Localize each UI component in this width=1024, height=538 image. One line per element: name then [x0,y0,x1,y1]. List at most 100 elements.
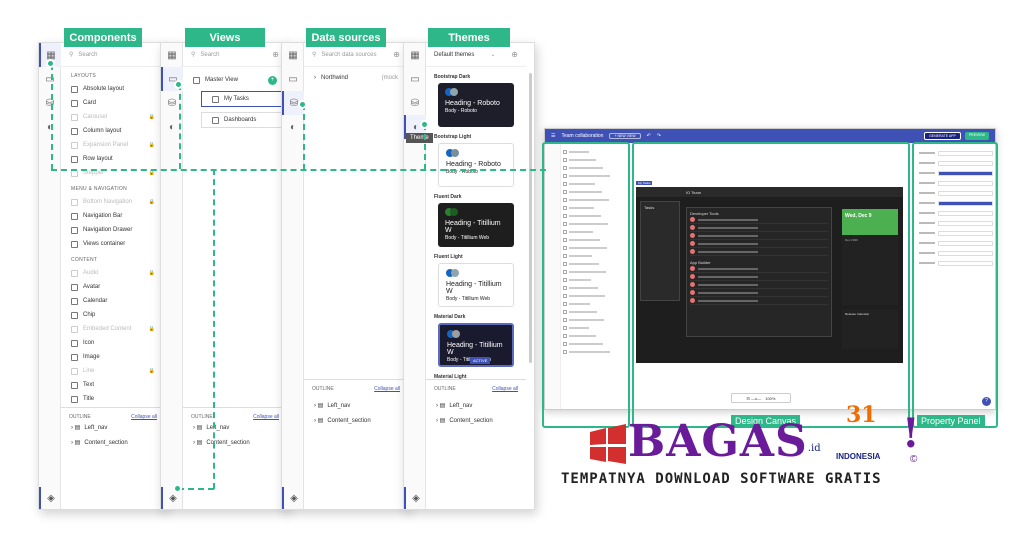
collapse-all-link[interactable]: Collapse all [492,386,518,392]
tree-node-left-nav[interactable]: › ▤ Left_nav [61,420,165,435]
component-item[interactable]: Image [61,350,165,364]
connector-dot [174,80,183,89]
tree-node-left-nav[interactable]: › ▤ Left_nav [426,392,526,413]
component-item[interactable]: Carousel 🔒 [61,110,165,124]
new-view-button[interactable]: + NEW VIEW [609,133,641,139]
views-icon[interactable]: ▭ [282,67,304,91]
layers-icon[interactable]: ◈ [282,487,304,509]
chevron-right-icon: › [314,75,316,81]
views-icon[interactable]: ▭ [39,67,61,91]
datasource-item-northwind[interactable]: › Northwind (mock [304,71,408,85]
preview-button[interactable]: PREVIEW [964,132,989,140]
component-icon [71,198,78,206]
master-view-item[interactable]: Master View + [183,73,287,87]
palette-icon[interactable]: ◐ [39,115,61,139]
palette-icon[interactable]: ◐ [282,115,304,139]
component-item[interactable]: Icon [61,336,165,350]
component-item[interactable]: Calendar [61,294,165,308]
layers-icon[interactable]: ◈ [39,487,61,509]
component-item[interactable]: Bottom Navigation 🔒 [61,195,165,209]
collapse-all-link[interactable]: Collapse all [131,414,157,420]
tree-node-content-section[interactable]: › ▤ Content_section [426,413,526,428]
component-icon [71,311,78,319]
view-icon [212,95,219,103]
search-icon: ⚲ [191,52,196,58]
view-icon [193,76,200,84]
connector-dot [173,484,182,493]
section-title: CONTENT [71,257,98,263]
theme-card[interactable]: Heading - Roboto Body - Roboto [438,83,514,127]
connector-line [179,84,181,169]
layers-icon[interactable]: ◈ [404,487,426,509]
component-item[interactable]: Text [61,378,165,392]
tag-views: Views [185,28,265,47]
add-view-icon[interactable]: + [268,75,277,85]
theme-card[interactable]: Heading - Titillium WBody - Titillium We… [438,323,514,367]
brand-country: INDONESIA [836,452,881,461]
theme-card[interactable]: Heading - Roboto Body - Roboto [438,143,514,187]
component-item[interactable]: Avatar [61,280,165,294]
tree-node-content-section[interactable]: › ▤ Content_section [304,413,408,428]
tag-components: Components [64,28,142,47]
redo-icon[interactable]: ↷ [657,133,661,139]
add-icon[interactable]: ⊕ [393,50,400,59]
component-item[interactable]: Chip [61,308,165,322]
component-icon [71,381,78,389]
search-icon: ⚲ [312,52,317,58]
components-icon[interactable]: ▦ [282,43,304,67]
app-title: Team collaboration [561,133,604,139]
views-icon[interactable]: ▭ [404,67,426,91]
lock-icon: 🔒 [148,270,155,276]
component-item[interactable]: Title [61,392,165,406]
view-icon [212,116,219,124]
component-item[interactable]: Absolute layout [61,82,165,96]
component-icon [71,155,78,163]
property-frame [912,142,998,428]
outline-section: OUTLINE Collapse all › ▤ Left_nav › ▤ Con… [61,407,165,450]
lock-icon: 🔒 [148,368,155,374]
brand-name: BAGAS [628,416,808,467]
menu-icon[interactable]: ☰ [551,133,555,139]
connector-line [303,104,305,170]
undo-icon[interactable]: ↶ [647,133,651,139]
windows-logo-icon [590,424,626,464]
tree-node-content-section[interactable]: › ▤ Content_section [183,435,287,450]
view-item-my-tasks[interactable]: My Tasks [201,91,283,107]
theme-card[interactable]: Heading - Titillium WBody - Titillium We… [438,263,514,307]
component-item[interactable]: Navigation Drawer [61,223,165,237]
component-item[interactable]: Views container [61,237,165,251]
generate-app-button[interactable]: GENERATE APP [924,132,961,140]
components-icon[interactable]: ▦ [161,43,183,67]
add-icon[interactable]: ⊕ [511,50,518,59]
theme-card[interactable]: Heading - Titillium WBody - Titillium We… [438,203,514,247]
component-icon [71,283,78,291]
database-icon[interactable]: ⛁ [404,91,426,115]
connector-line [51,64,53,170]
component-item[interactable]: Embeded Content 🔒 [61,322,165,336]
tree-node-content-section[interactable]: › ▤ Content_section [61,435,165,450]
database-icon[interactable]: ⛁ [39,91,61,115]
brand-exclamation: ! [902,410,920,457]
component-item[interactable]: Card [61,96,165,110]
components-panel: ▦ ▭ ⛁ ◐ ◈ ⚲ Search LAYOUTS Absolute layout… [38,42,166,510]
search-icon: ⚲ [69,52,74,58]
tree-node-left-nav[interactable]: › ▤ Left_nav [183,420,287,435]
scrollbar[interactable] [529,73,532,363]
component-item[interactable]: Line 🔒 [61,364,165,378]
component-icon [71,367,78,375]
component-item[interactable]: Column layout [61,124,165,138]
view-item-dashboards[interactable]: Dashboards [201,112,283,128]
component-item[interactable]: Navigation Bar [61,209,165,223]
component-item[interactable]: Row layout [61,152,165,166]
components-icon[interactable]: ▦ [404,43,426,67]
collapse-all-link[interactable]: Collapse all [253,414,279,420]
theme-name: Material Dark [434,314,466,320]
collapse-all-link[interactable]: Collapse all [374,386,400,392]
tree-node-left-nav[interactable]: › ▤ Left_nav [304,392,408,413]
active-badge: ACTIVE [470,357,491,364]
component-item[interactable]: Audio 🔒 [61,266,165,280]
add-icon[interactable]: ⊕ [272,50,279,59]
component-item[interactable]: Expansion Panel 🔒 [61,138,165,152]
tag-themes: Themes [428,28,510,47]
chevron-down-icon: ⌄ [490,52,496,58]
